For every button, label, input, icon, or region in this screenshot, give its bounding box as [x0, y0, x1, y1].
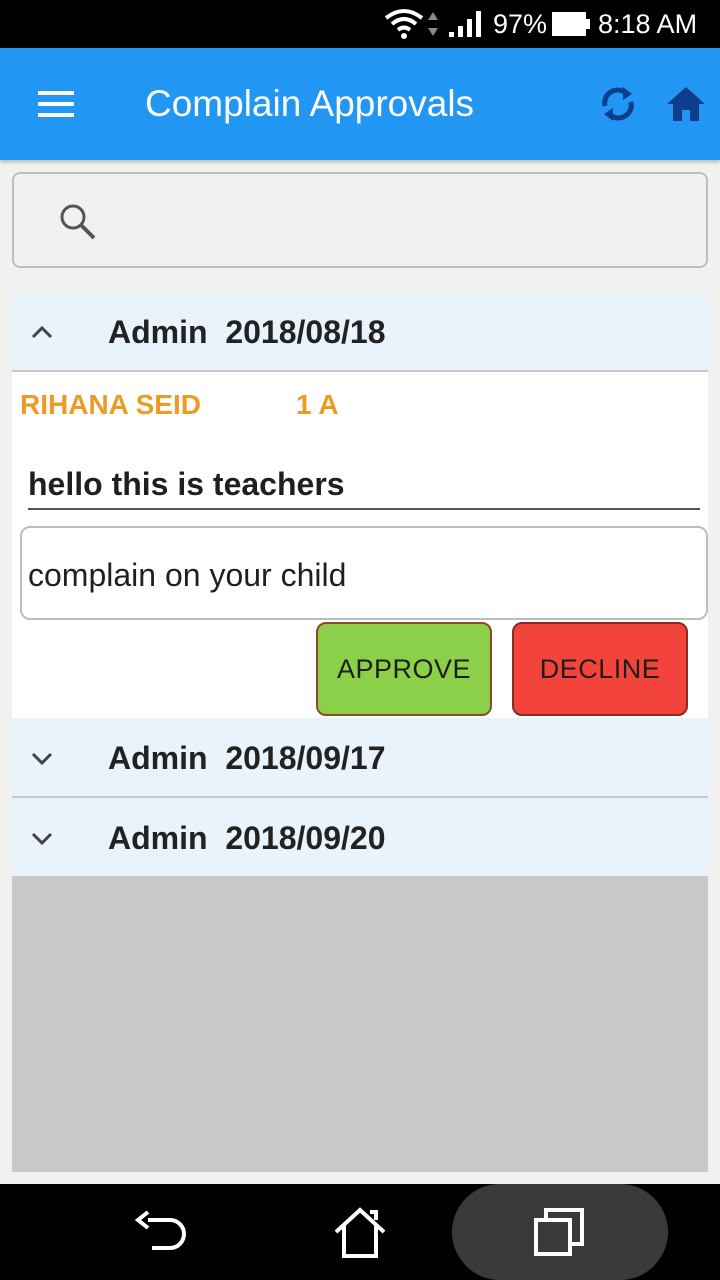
- search-icon: [60, 204, 96, 240]
- group-header[interactable]: Admin 2018/09/17: [12, 718, 708, 798]
- wifi-icon: [384, 9, 424, 39]
- approve-button[interactable]: APPROVE: [316, 622, 492, 716]
- group-title: Admin 2018/08/18: [108, 314, 386, 350]
- group-header[interactable]: Admin 2018/09/20: [12, 798, 708, 878]
- page-title: Complain Approvals: [145, 83, 475, 124]
- system-nav-bar: [0, 1184, 720, 1280]
- decline-button[interactable]: DECLINE: [512, 622, 688, 716]
- status-bar: 97% 8:18 AM: [0, 0, 720, 48]
- menu-icon[interactable]: [30, 82, 82, 126]
- sync-icon[interactable]: [596, 82, 640, 126]
- divider: [28, 508, 700, 510]
- student-name: RIHANA SEID: [20, 389, 201, 420]
- signal-icon: [449, 11, 481, 37]
- group-header[interactable]: Admin 2018/08/18: [12, 292, 708, 372]
- chevron-down-icon: [31, 832, 53, 846]
- back-icon[interactable]: [130, 1206, 190, 1258]
- complain-list: Admin 2018/08/18 RIHANA SEID 1 A hello t…: [12, 292, 708, 1172]
- battery-percent: 97%: [493, 9, 548, 39]
- chevron-down-icon: [31, 752, 53, 766]
- student-class: 1 A: [296, 389, 339, 420]
- data-updown-icon: [428, 12, 438, 36]
- battery-icon: [552, 12, 590, 36]
- recent-apps-icon[interactable]: [532, 1206, 588, 1258]
- complain-body: complain on your child: [20, 526, 708, 620]
- complain-title: hello this is teachers: [28, 466, 345, 502]
- complain-item: RIHANA SEID 1 A hello this is teachers c…: [12, 372, 708, 718]
- home-icon[interactable]: [664, 82, 708, 126]
- group-title: Admin 2018/09/17: [108, 740, 386, 776]
- group-title: Admin 2018/09/20: [108, 820, 386, 856]
- search-input[interactable]: [12, 172, 708, 268]
- home-nav-icon[interactable]: [330, 1202, 390, 1262]
- clock: 8:18 AM: [598, 9, 698, 39]
- chevron-up-icon: [31, 325, 53, 339]
- app-bar: Complain Approvals: [0, 48, 720, 160]
